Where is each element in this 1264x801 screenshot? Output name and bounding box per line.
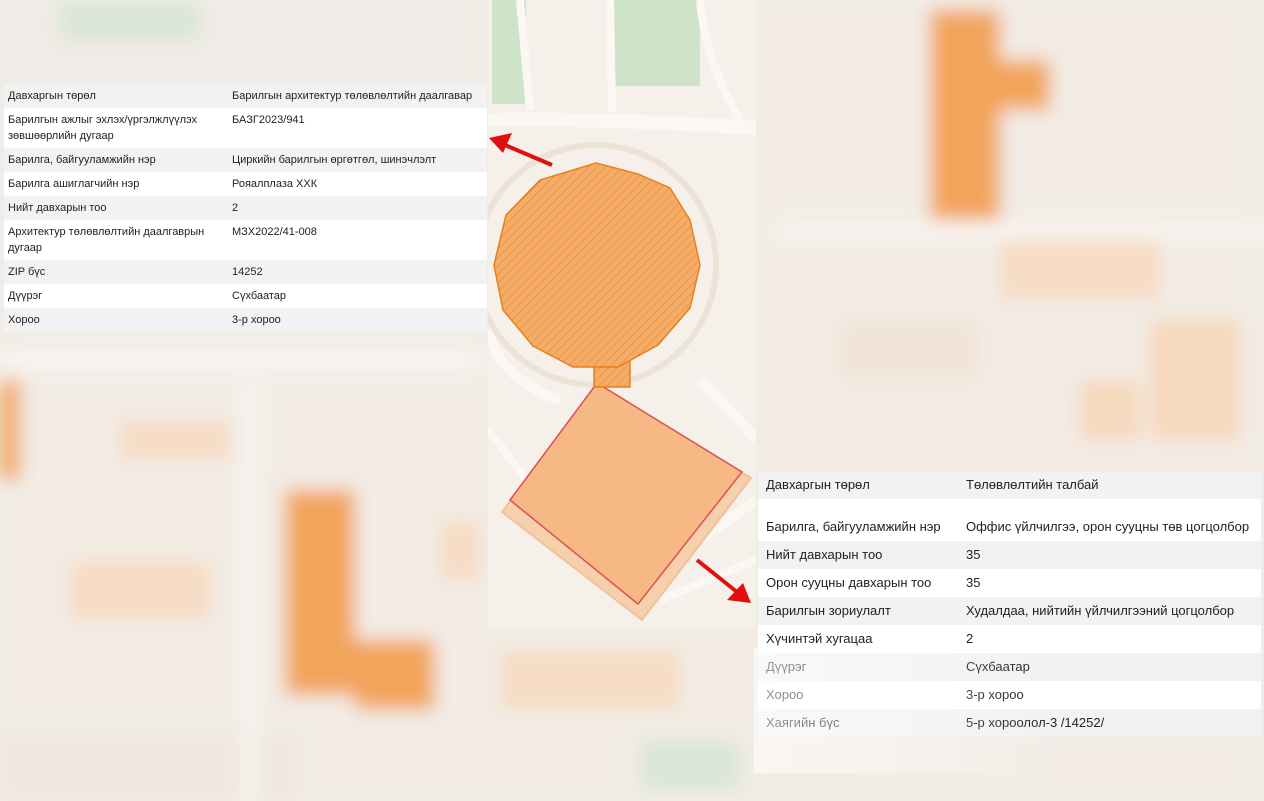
table-row: Хороо 3-р хороо [4, 308, 487, 332]
attribute-value: Оффис үйлчилгээ, орон сууцны төв цогцолб… [966, 519, 1250, 534]
attribute-name: Архитектур төлөвлөлтийн даалгаврын дугаа… [8, 226, 205, 254]
attribute-name: Хороо [4, 308, 228, 332]
table-row: Дүүрэг Сүхбаатар [4, 284, 487, 308]
attribute-value: БАЗГ2023/941 [232, 114, 305, 126]
attribute-value: 3-р хороо [228, 308, 487, 332]
planning-site-info-table: Давхаргын төрөл Төлөвлөлтийн талбай Барилг… [758, 471, 1261, 737]
attribute-name: Нийт давхарын тоо [4, 196, 228, 220]
table-row: Барилга, байгууламжийн нэр Циркийн барилг… [4, 148, 487, 172]
table-row [758, 499, 1261, 513]
attribute-name: Хаягийн бүс [758, 709, 958, 737]
attribute-name: Нийт давхарын тоо [758, 541, 958, 569]
attribute-name: Давхаргын төрөл [758, 471, 958, 499]
attribute-value: 35 [966, 575, 981, 590]
attribute-name: Барилга, байгууламжийн нэр [4, 148, 228, 172]
table-row: Нийт давхарын тоо 2 [4, 196, 487, 220]
table-row: Барилга ашиглагчийн нэр Рояалплаза ХХК [4, 172, 487, 196]
attribute-value: 3-р хороо [966, 687, 1024, 702]
table-row: Хаягийн бүс 5-р хороолол-3 /14252/ [758, 709, 1261, 737]
attribute-name: Орон сууцны давхарын тоо [766, 575, 932, 590]
attribute-name: Барилга ашиглагчийн нэр [8, 178, 140, 190]
attribute-value: МЗХ2022/41-008 [232, 226, 317, 238]
attribute-value: Сүхбаатар [232, 290, 287, 302]
table-row: Хороо 3-р хороо [758, 681, 1261, 709]
attribute-value: 5-р хороолол-3 /14252/ [958, 709, 1261, 737]
attribute-value: Сүхбаатар [958, 653, 1261, 681]
table-row: Хүчинтэй хугацаа 2 [758, 625, 1261, 653]
attribute-name: Хороо [766, 687, 804, 702]
building-info-table: Давхаргын төрөл Барилгын архитектур төлөв… [4, 84, 487, 332]
attribute-value: Барилгын архитектур төлөвлөлтийн даалгав… [228, 84, 487, 108]
attribute-value [958, 499, 1261, 513]
table-row: Архитектур төлөвлөлтийн даалгаврын дугаа… [4, 220, 487, 260]
attribute-name: Дүүрэг [758, 653, 958, 681]
attribute-name: Барилгын зориулалт [758, 597, 958, 625]
table-row: Орон сууцны давхарын тоо 35 [758, 569, 1261, 597]
attribute-name: Барилгын ажлыг эхлэх/үргэлжлүүлэх зөвшөө… [8, 114, 197, 142]
attribute-name: Барилга, байгууламжийн нэр [766, 519, 941, 534]
table-row: Барилга, байгууламжийн нэр Оффис үйлчилгэ… [758, 513, 1261, 541]
attribute-value: 14252 [228, 260, 487, 284]
attribute-name: Дүүрэг [8, 290, 43, 302]
attribute-value: 35 [958, 541, 1261, 569]
attribute-value: 2 [966, 631, 974, 646]
attribute-value: Худалдаа, нийтийн үйлчилгээний цогцолбор [958, 597, 1261, 625]
table-row: ZIP бүс 14252 [4, 260, 487, 284]
attribute-name: ZIP бүс [4, 260, 228, 284]
attribute-name: Давхаргын төрөл [4, 84, 228, 108]
attribute-value: Төлөвлөлтийн талбай [958, 471, 1261, 499]
table-row: Барилгын зориулалт Худалдаа, нийтийн үйлч… [758, 597, 1261, 625]
table-row: Давхаргын төрөл Барилгын архитектур төлөв… [4, 84, 487, 108]
table-row: Дүүрэг Сүхбаатар [758, 653, 1261, 681]
table-row: Давхаргын төрөл Төлөвлөлтийн талбай [758, 471, 1261, 499]
attribute-name: Хүчинтэй хугацаа [766, 631, 873, 646]
attribute-value: Рояалплаза ХХК [232, 178, 318, 190]
attribute-value: 2 [228, 196, 487, 220]
attribute-name [758, 499, 958, 513]
table-row: Нийт давхарын тоо 35 [758, 541, 1261, 569]
table-row: Барилгын ажлыг эхлэх/үргэлжлүүлэх зөвшөө… [4, 108, 487, 148]
attribute-value: Циркийн барилгын өргөтгөл, шинэчлэлт [228, 148, 487, 172]
map-focus-area [488, 0, 756, 628]
